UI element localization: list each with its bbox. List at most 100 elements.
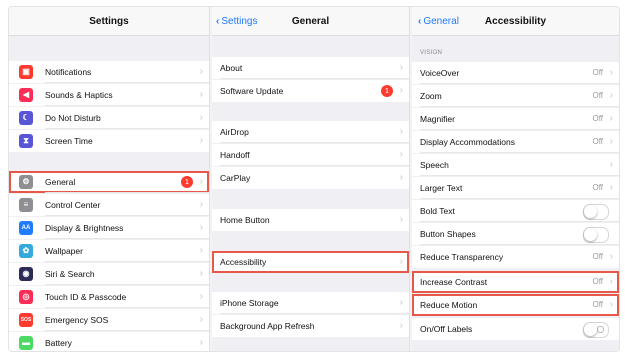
accessibility-item-label: On/Off Labels <box>420 324 473 334</box>
chevron-right-icon: › <box>199 112 203 123</box>
chevron-right-icon: › <box>199 222 203 233</box>
setting-value: Off <box>592 68 603 77</box>
settings-panel: Settings ▣ Notifications › ◀ Sounds & Ha… <box>9 7 210 351</box>
general-item-label: iPhone Storage <box>220 298 279 308</box>
chevron-right-icon: › <box>199 66 203 77</box>
general-item-label: Accessibility <box>220 257 267 267</box>
chevron-right-icon: › <box>199 245 203 256</box>
chevron-right-icon: › <box>609 182 613 193</box>
general-item-label: Background App Refresh <box>220 321 315 331</box>
settings-navbar: Settings <box>9 7 209 36</box>
settings-title: Settings <box>89 16 129 27</box>
settings-item-label: Sounds & Haptics <box>45 90 113 100</box>
settings-item-label: Siri & Search <box>45 269 95 279</box>
accessibility-item-larger-text[interactable]: Larger Text Off › <box>412 177 619 199</box>
switches-icon: ≡ <box>19 198 33 212</box>
accessibility-panel: ‹ General Accessibility VISION VoiceOver … <box>412 7 619 351</box>
update-badge: 1 <box>181 176 193 188</box>
chevron-right-icon: › <box>199 135 203 146</box>
general-item-airdrop[interactable]: AirDrop › <box>212 121 409 143</box>
settings-item-wallpaper[interactable]: ✿ Wallpaper › <box>9 240 209 262</box>
chevron-right-icon: › <box>609 251 613 262</box>
screenshot-frame: Settings ▣ Notifications › ◀ Sounds & Ha… <box>8 6 620 352</box>
chevron-right-icon: › <box>609 276 613 287</box>
section-header-vision: VISION <box>420 50 443 56</box>
setting-value: Off <box>592 91 603 100</box>
settings-item-screen-time[interactable]: ⧗ Screen Time › <box>9 130 209 152</box>
siri-icon: ◉ <box>19 267 33 281</box>
setting-value: Off <box>592 183 603 192</box>
settings-item-general[interactable]: ⚙ General 1 › <box>9 171 209 193</box>
general-title: General <box>291 16 330 27</box>
accessibility-item-zoom[interactable]: Zoom Off › <box>412 85 619 107</box>
chevron-right-icon: › <box>199 176 203 187</box>
button-shapes-toggle[interactable] <box>583 227 609 243</box>
chevron-right-icon: › <box>399 214 403 225</box>
hourglass-icon: ⧗ <box>19 134 33 148</box>
accessibility-item-reduce-transparency[interactable]: Reduce Transparency Off › <box>412 246 619 268</box>
general-item-label: Handoff <box>220 150 250 160</box>
gear-icon: ⚙ <box>19 175 33 189</box>
general-item-carplay[interactable]: CarPlay › <box>212 167 409 189</box>
general-item-about[interactable]: About › <box>212 57 409 79</box>
settings-item-display[interactable]: AA Display & Brightness › <box>9 217 209 239</box>
accessibility-item-label: Bold Text <box>420 206 455 216</box>
general-item-software-update[interactable]: Software Update 1 › <box>212 80 409 102</box>
accessibility-item-display-accommodations[interactable]: Display Accommodations Off › <box>412 131 619 153</box>
battery-icon: ▬ <box>19 336 33 350</box>
settings-item-battery[interactable]: ▬ Battery › <box>9 332 209 351</box>
settings-item-sounds[interactable]: ◀ Sounds & Haptics › <box>9 84 209 106</box>
setting-value: Off <box>592 300 603 309</box>
accessibility-item-speech[interactable]: Speech › <box>412 154 619 176</box>
settings-item-siri[interactable]: ◉ Siri & Search › <box>9 263 209 285</box>
chevron-right-icon: › <box>399 256 403 267</box>
chevron-right-icon: › <box>399 297 403 308</box>
settings-item-label: Touch ID & Passcode <box>45 292 127 302</box>
chevron-right-icon: › <box>199 291 203 302</box>
settings-item-control-center[interactable]: ≡ Control Center › <box>9 194 209 216</box>
accessibility-navbar: ‹ General Accessibility <box>412 7 619 36</box>
general-item-label: CarPlay <box>220 173 251 183</box>
general-item-label: About <box>220 63 243 73</box>
accessibility-item-label: Larger Text <box>420 183 463 193</box>
setting-value: Off <box>592 114 603 123</box>
chevron-right-icon: › <box>199 337 203 348</box>
general-item-iphone-storage[interactable]: iPhone Storage › <box>212 292 409 314</box>
settings-item-label: Display & Brightness <box>45 223 124 233</box>
settings-item-do-not-disturb[interactable]: ☾ Do Not Disturb › <box>9 107 209 129</box>
accessibility-item-magnifier[interactable]: Magnifier Off › <box>412 108 619 130</box>
accessibility-item-label: Speech <box>420 160 449 170</box>
accessibility-item-reduce-motion[interactable]: Reduce Motion Off › <box>412 294 619 316</box>
bold-text-toggle[interactable] <box>583 204 609 220</box>
chevron-right-icon: › <box>199 314 203 325</box>
general-item-background-refresh[interactable]: Background App Refresh › <box>212 315 409 337</box>
accessibility-item-label: Display Accommodations <box>420 137 515 147</box>
chevron-right-icon: › <box>399 62 403 73</box>
flower-icon: ✿ <box>19 244 33 258</box>
settings-item-emergency-sos[interactable]: SOS Emergency SOS › <box>9 309 209 331</box>
chevron-right-icon: › <box>609 90 613 101</box>
accessibility-item-label: Button Shapes <box>420 229 476 239</box>
accessibility-item-voiceover[interactable]: VoiceOver Off › <box>412 62 619 84</box>
chevron-right-icon: › <box>399 172 403 183</box>
accessibility-item-label: Magnifier <box>420 114 455 124</box>
general-item-accessibility[interactable]: Accessibility › <box>212 251 409 273</box>
chevron-right-icon: › <box>609 136 613 147</box>
accessibility-item-label: Zoom <box>420 91 442 101</box>
fingerprint-icon: ◎ <box>19 290 33 304</box>
general-navbar: ‹ Settings General <box>212 7 409 36</box>
on-off-labels-toggle[interactable] <box>583 322 609 338</box>
general-item-home-button[interactable]: Home Button › <box>212 209 409 231</box>
settings-item-label: Do Not Disturb <box>45 113 101 123</box>
moon-icon: ☾ <box>19 111 33 125</box>
accessibility-item-increase-contrast[interactable]: Increase Contrast Off › <box>412 271 619 293</box>
chevron-right-icon: › <box>609 67 613 78</box>
setting-value: Off <box>592 252 603 261</box>
accessibility-item-label: Increase Contrast <box>420 277 488 287</box>
chevron-right-icon: › <box>399 85 403 96</box>
settings-item-notifications[interactable]: ▣ Notifications › <box>9 61 209 83</box>
general-item-handoff[interactable]: Handoff › <box>212 144 409 166</box>
display-icon: AA <box>19 221 33 235</box>
settings-item-touch-id[interactable]: ◎ Touch ID & Passcode › <box>9 286 209 308</box>
settings-item-label: Wallpaper <box>45 246 83 256</box>
